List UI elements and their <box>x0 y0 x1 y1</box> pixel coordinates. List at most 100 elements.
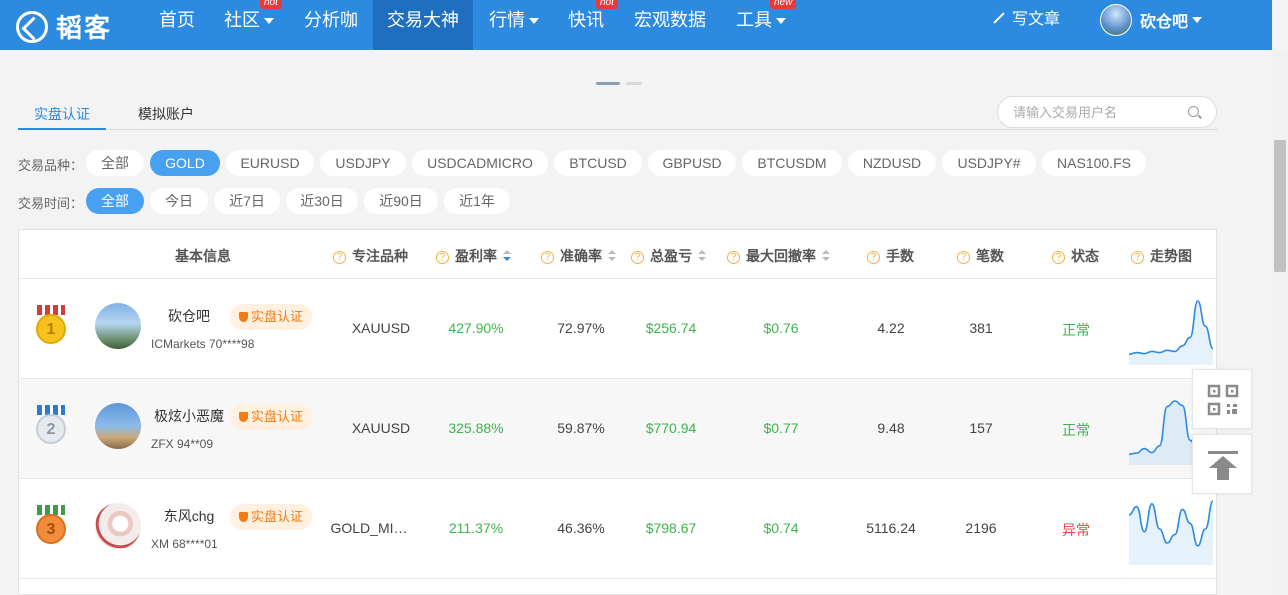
col-lots[interactable]: ? 手数 <box>867 246 914 266</box>
sort-icon[interactable] <box>698 250 706 262</box>
carousel-dot[interactable] <box>626 82 643 85</box>
col-label: 专注品种 <box>352 248 408 264</box>
symbol-chip-btcusd[interactable]: BTCUSD <box>554 150 642 176</box>
avatar[interactable] <box>95 403 141 449</box>
trend-sparkline[interactable] <box>1127 295 1215 365</box>
max-drawdown: $0.76 <box>763 320 799 336</box>
col-focus-symbol[interactable]: ? 专注品种 <box>333 246 408 266</box>
focus-symbol: XAUUSD <box>351 320 411 336</box>
qr-code-button[interactable] <box>1192 369 1252 429</box>
symbol-chip-nzdusd[interactable]: NZDUSD <box>848 150 936 176</box>
back-to-top-button[interactable] <box>1192 434 1252 494</box>
trader-name[interactable]: 东风chg <box>139 506 239 526</box>
col-label: 走势图 <box>1150 248 1192 264</box>
time-chip-90d[interactable]: 近90日 <box>364 188 438 214</box>
sparkline-area <box>1129 501 1213 565</box>
question-icon[interactable]: ? <box>631 251 644 264</box>
nav-item-market[interactable]: 行情 <box>475 0 553 50</box>
page-scrollbar[interactable] <box>1272 50 1288 595</box>
profit-rate: 427.90% <box>448 320 504 336</box>
table-row[interactable]: 1 砍仓吧 实盘认证 ICMarkets 70****98 XAUUSD 427… <box>19 279 1216 379</box>
question-icon[interactable]: ? <box>957 251 970 264</box>
scrollbar-thumb[interactable] <box>1274 140 1286 272</box>
time-chip-1y[interactable]: 近1年 <box>444 188 510 214</box>
symbol-chip-nas100[interactable]: NAS100.FS <box>1042 150 1146 176</box>
tab-demo-account[interactable]: 模拟账户 <box>138 104 194 124</box>
symbol-chip-all[interactable]: 全部 <box>86 150 144 176</box>
accuracy: 46.36% <box>557 520 605 536</box>
symbol-chip-gold[interactable]: GOLD <box>150 150 220 176</box>
verified-label: 实盘认证 <box>250 509 303 524</box>
user-menu[interactable]: 砍仓吧 <box>1100 4 1203 36</box>
carousel-dot[interactable] <box>596 82 620 85</box>
search-icon[interactable] <box>1188 106 1199 117</box>
col-trades[interactable]: ? 笔数 <box>957 246 1004 266</box>
nav-item-community[interactable]: 社区 hot <box>210 0 288 50</box>
trader-name[interactable]: 极炫小恶魔 <box>139 406 239 426</box>
col-status[interactable]: ? 状态 <box>1052 246 1099 266</box>
time-chip-today[interactable]: 今日 <box>150 188 208 214</box>
question-icon[interactable]: ? <box>1131 251 1144 264</box>
sort-icon[interactable] <box>822 250 830 262</box>
trades: 381 <box>969 320 993 336</box>
col-total-profit[interactable]: ? 总盈亏 <box>631 246 706 266</box>
tab-live-verified[interactable]: 实盘认证 <box>34 104 90 124</box>
top-nav-bar: 韬客 首页 社区 hot 分析咖 交易大神 行情 快讯 hot 宏观数据 工具 … <box>0 0 1272 50</box>
symbol-chip-gbpusd[interactable]: GBPUSD <box>648 150 736 176</box>
question-icon[interactable]: ? <box>436 251 449 264</box>
nav-item-label: 社区 <box>224 10 260 30</box>
time-chip-7d[interactable]: 近7日 <box>214 188 280 214</box>
site-logo[interactable]: 韬客 <box>16 8 112 45</box>
question-icon[interactable]: ? <box>867 251 880 264</box>
trader-name[interactable]: 砍仓吧 <box>139 306 239 326</box>
medal-silver-icon: 2 <box>34 405 68 447</box>
col-trend[interactable]: ? 走势图 <box>1131 246 1192 266</box>
shield-icon <box>238 312 248 322</box>
write-article-button[interactable]: 写文章 <box>992 0 1060 40</box>
logo-icon <box>16 10 48 43</box>
time-chip-all[interactable]: 全部 <box>86 188 144 214</box>
col-max-drawdown[interactable]: ? 最大回撤率 <box>727 246 830 266</box>
trend-sparkline[interactable] <box>1127 495 1215 565</box>
col-profit-rate[interactable]: ? 盈利率 <box>436 246 511 266</box>
shield-icon <box>238 412 248 422</box>
nav-item-top-traders[interactable]: 交易大神 <box>373 0 473 50</box>
avatar[interactable] <box>95 303 141 349</box>
table-row[interactable]: 2 极炫小恶魔 实盘认证 ZFX 94**09 XAUUSD 325.88% 5… <box>19 379 1216 479</box>
col-label: 最大回撤率 <box>746 248 816 264</box>
symbol-chip-eurusd[interactable]: EURUSD <box>226 150 314 176</box>
symbol-chip-usdcadmicro[interactable]: USDCADMICRO <box>412 150 548 176</box>
question-icon[interactable]: ? <box>333 251 346 264</box>
avatar[interactable] <box>95 503 141 549</box>
symbol-chip-usdjpy[interactable]: USDJPY <box>320 150 406 176</box>
question-icon[interactable]: ? <box>727 251 740 264</box>
medal-gold-icon: 1 <box>34 305 68 347</box>
symbol-chip-usdjpy-hash[interactable]: USDJPY# <box>942 150 1036 176</box>
col-accuracy[interactable]: ? 准确率 <box>541 246 616 266</box>
search-input[interactable] <box>1013 103 1183 121</box>
nav-item-tools[interactable]: 工具 new <box>722 0 800 50</box>
symbol-chip-btcusdm[interactable]: BTCUSDM <box>742 150 842 176</box>
question-icon[interactable]: ? <box>541 251 554 264</box>
profit-rate: 211.37% <box>448 520 504 536</box>
nav-item-flash-news[interactable]: 快讯 hot <box>554 0 618 50</box>
nav-item-macro-data[interactable]: 宏观数据 <box>620 0 720 50</box>
accuracy: 59.87% <box>557 420 605 436</box>
tab-divider <box>18 129 1218 130</box>
status-badge: 正常 <box>1062 322 1090 338</box>
col-label: 总盈亏 <box>650 248 692 264</box>
table-row[interactable]: 3 东风chg 实盘认证 XM 68****01 GOLD_MI… 211.37… <box>19 479 1216 579</box>
time-chip-30d[interactable]: 近30日 <box>286 188 358 214</box>
sort-icon[interactable] <box>503 250 511 262</box>
username: 砍仓吧 <box>1140 14 1189 31</box>
verified-badge: 实盘认证 <box>230 304 312 330</box>
col-basic-info: 基本信息 <box>175 248 231 264</box>
question-icon[interactable]: ? <box>1052 251 1065 264</box>
sort-icon[interactable] <box>608 250 616 262</box>
avatar <box>1100 4 1132 36</box>
trades: 157 <box>969 420 993 436</box>
logo-text: 韬客 <box>56 14 113 44</box>
total-profit: $798.67 <box>645 520 697 536</box>
nav-item-home[interactable]: 首页 <box>145 0 209 50</box>
nav-item-analysts[interactable]: 分析咖 <box>290 0 372 50</box>
